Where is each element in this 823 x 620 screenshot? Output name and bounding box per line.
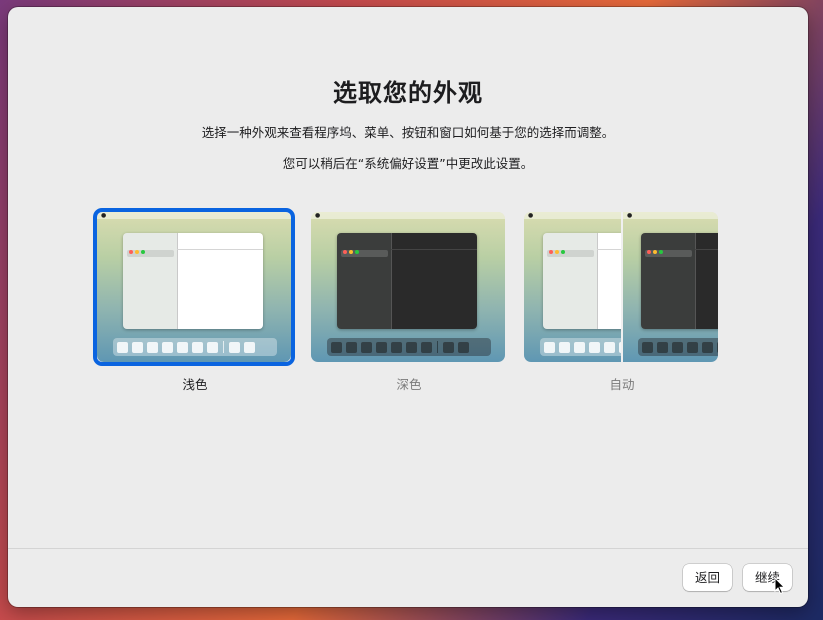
selection-ring: [93, 208, 295, 366]
preview-window: [337, 233, 477, 329]
apple-logo-icon: ●: [315, 212, 321, 219]
page-note: 您可以稍后在“系统偏好设置”中更改此设置。: [282, 156, 534, 171]
footer-divider: [8, 548, 808, 549]
preview-dock: [540, 338, 621, 356]
setup-assistant-window: 选取您的外观 选择一种外观来查看程序坞、菜单、按钮和窗口如何基于您的选择而调整。…: [8, 7, 808, 607]
appearance-option-light[interactable]: ● 浅色: [93, 208, 295, 393]
appearance-option-label: 浅色: [182, 377, 208, 392]
dark-preview-thumbnail[interactable]: ●: [311, 212, 505, 362]
traffic-light-icon: [647, 239, 665, 258]
page-title: 选取您的外观: [333, 79, 483, 107]
back-button[interactable]: 返回: [683, 564, 732, 591]
traffic-light-icon: [549, 239, 567, 258]
apple-logo-icon: ●: [627, 212, 633, 219]
preview-dock: [638, 338, 718, 356]
apple-logo-icon: ●: [528, 212, 534, 219]
page-description: 选择一种外观来查看程序坞、菜单、按钮和窗口如何基于您的选择而调整。: [201, 125, 615, 140]
pointer-cursor-icon: [774, 577, 786, 595]
auto-preview-thumbnail[interactable]: ● ●: [524, 212, 718, 362]
appearance-option-dark[interactable]: ● 深色: [311, 212, 507, 393]
traffic-light-icon: [343, 239, 361, 258]
preview-window: [543, 233, 621, 329]
preview-dock: [327, 338, 491, 356]
appearance-option-label: 自动: [609, 377, 635, 392]
appearance-option-auto[interactable]: ● ● 自动: [524, 212, 720, 393]
appearance-option-label: 深色: [396, 377, 422, 392]
preview-window: [641, 233, 718, 329]
